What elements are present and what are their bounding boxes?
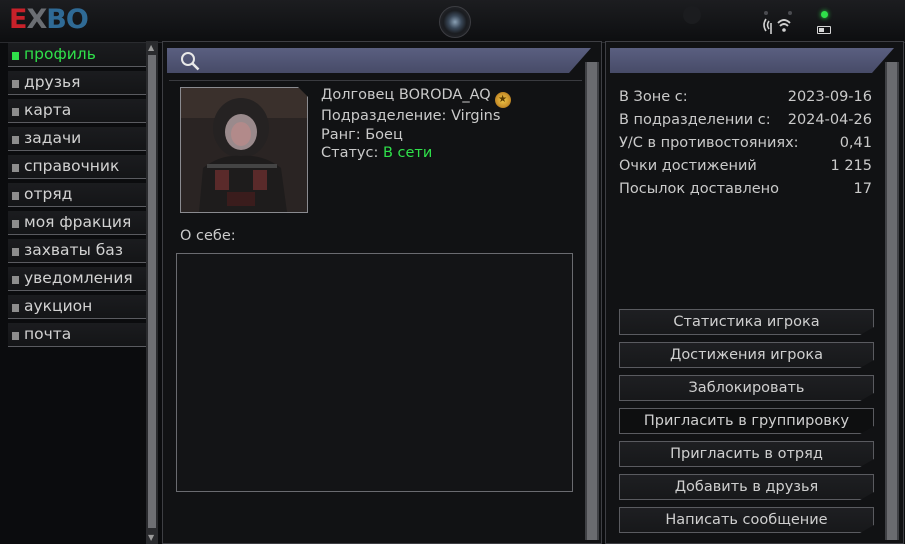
stat-value: 1 215	[830, 158, 872, 174]
scroll-up-icon[interactable]: ▲	[148, 43, 154, 52]
sidebar-item-friends[interactable]: друзья	[8, 71, 148, 95]
logo-bo: BO	[46, 4, 89, 35]
sidebar-item-label: справочник	[24, 157, 120, 175]
send-message-button[interactable]: Написать сообщение	[619, 507, 874, 533]
bullet-icon	[12, 108, 19, 116]
division-label: Подразделение:	[321, 108, 447, 124]
invite-to-squad-button[interactable]: Пригласить в отряд	[619, 441, 874, 467]
sidebar-item-label: уведомления	[24, 269, 133, 287]
player-name-text: Долговец BORODA_AQ	[321, 87, 491, 103]
sidebar-item-label: задачи	[24, 129, 82, 147]
sidebar-item-notifications[interactable]: уведомления	[8, 267, 148, 291]
rank-line: Ранг: Боец	[321, 127, 403, 143]
status-line: Статус: В сети	[321, 145, 432, 161]
stat-label: Посылок доставлено	[619, 181, 779, 197]
bullet-icon	[12, 136, 19, 144]
stat-label: В подразделении с:	[619, 112, 771, 128]
about-textbox[interactable]	[176, 253, 573, 492]
sidebar-item-label: отряд	[24, 185, 73, 203]
block-button[interactable]: Заблокировать	[619, 375, 874, 401]
sidebar-item-reference[interactable]: справочник	[8, 155, 148, 179]
stats-panel: В Зоне с: 2023-09-16 В подразделении с: 20…	[605, 41, 904, 544]
rank-label: Ранг:	[321, 127, 361, 143]
stat-label: Очки достижений	[619, 158, 757, 174]
logo-x: X	[26, 4, 47, 35]
bullet-icon	[12, 220, 19, 228]
status-badge: В сети	[382, 145, 433, 161]
avatar-image	[181, 88, 307, 212]
profile-panel: Долговец BORODA_AQ ★ Подразделение: Virgi…	[162, 41, 602, 544]
player-name: Долговец BORODA_AQ ★	[321, 87, 511, 108]
status-label: Статус:	[321, 145, 379, 161]
stat-label: У/С в противостояниях:	[619, 135, 799, 151]
stat-division-since: В подразделении с: 2024-04-26	[619, 112, 872, 128]
sidebar-item-label: моя фракция	[24, 213, 132, 231]
sidebar-item-my-faction[interactable]: моя фракция	[8, 211, 148, 235]
stat-value: 2024-04-26	[787, 112, 872, 128]
top-bar: EXBO	[0, 0, 905, 43]
bullet-icon	[12, 248, 19, 256]
division-link[interactable]: Virgins	[451, 108, 500, 124]
sidebar-item-mail[interactable]: почта	[8, 323, 148, 347]
stat-kd-ratio: У/С в противостояниях: 0,41	[619, 135, 872, 151]
bullet-icon	[12, 332, 19, 340]
scrollbar-thumb[interactable]	[887, 62, 897, 540]
invite-to-group-button[interactable]: Пригласить в группировку	[619, 408, 874, 434]
scrollbar-thumb[interactable]	[587, 62, 597, 540]
sensor-icon	[683, 6, 701, 24]
sidebar-item-label: почта	[24, 325, 72, 343]
achievements-button[interactable]: Достижения игрока	[619, 342, 874, 368]
camera-icon	[439, 6, 471, 38]
stat-zone-since: В Зоне с: 2023-09-16	[619, 89, 872, 105]
sidebar-item-map[interactable]: карта	[8, 99, 148, 123]
sidebar-item-label: профиль	[24, 45, 96, 63]
division-line: Подразделение: Virgins	[321, 108, 500, 124]
rank-badge-icon: ★	[494, 92, 511, 108]
about-label: О себе:	[180, 228, 236, 244]
scroll-down-icon[interactable]: ▼	[148, 533, 154, 542]
player-stats-button[interactable]: Статистика игрока	[619, 309, 874, 335]
add-friend-button[interactable]: Добавить в друзья	[619, 474, 874, 500]
stats-panel-header	[610, 48, 894, 73]
sidebar-item-base-captures[interactable]: захваты баз	[8, 239, 148, 263]
avatar	[180, 87, 308, 213]
stat-achievement-points: Очки достижений 1 215	[619, 158, 872, 174]
sidebar-item-tasks[interactable]: задачи	[8, 127, 148, 151]
search-icon[interactable]	[180, 51, 200, 71]
battery-icon	[817, 26, 831, 34]
profile-scrollbar[interactable]	[585, 62, 599, 540]
exbo-logo: EXBO	[9, 4, 89, 35]
stat-value: 17	[853, 181, 872, 197]
bullet-icon	[12, 164, 19, 172]
wifi-icon	[760, 14, 792, 40]
sidebar-item-auction[interactable]: аукцион	[8, 295, 148, 319]
sidebar-item-label: аукцион	[24, 297, 93, 315]
sidebar-item-label: друзья	[24, 73, 81, 91]
stat-label: В Зоне с:	[619, 89, 688, 105]
sidebar-item-label: захваты баз	[24, 241, 124, 259]
status-led	[821, 11, 828, 18]
stat-value: 2023-09-16	[787, 89, 872, 105]
scrollbar-thumb[interactable]	[148, 55, 156, 528]
stat-value: 0,41	[839, 135, 872, 151]
bullet-icon	[12, 192, 19, 200]
rank-value: Боец	[365, 127, 403, 143]
bullet-icon	[12, 276, 19, 284]
bullet-icon	[12, 80, 19, 88]
sidebar-item-label: карта	[24, 101, 72, 119]
sidebar-item-squad[interactable]: отряд	[8, 183, 148, 207]
bullet-icon	[12, 52, 19, 60]
profile-panel-header	[167, 48, 591, 73]
stats-scrollbar[interactable]	[885, 62, 899, 540]
bullet-icon	[12, 304, 19, 312]
logo-e: E	[9, 4, 27, 35]
sidebar-scrollbar[interactable]: ▲ ▼	[146, 41, 158, 544]
sidebar-nav: профиль друзья карта задачи справочник о…	[4, 41, 148, 544]
sidebar-item-profile[interactable]: профиль	[8, 43, 148, 67]
stat-parcels-delivered: Посылок доставлено 17	[619, 181, 872, 197]
